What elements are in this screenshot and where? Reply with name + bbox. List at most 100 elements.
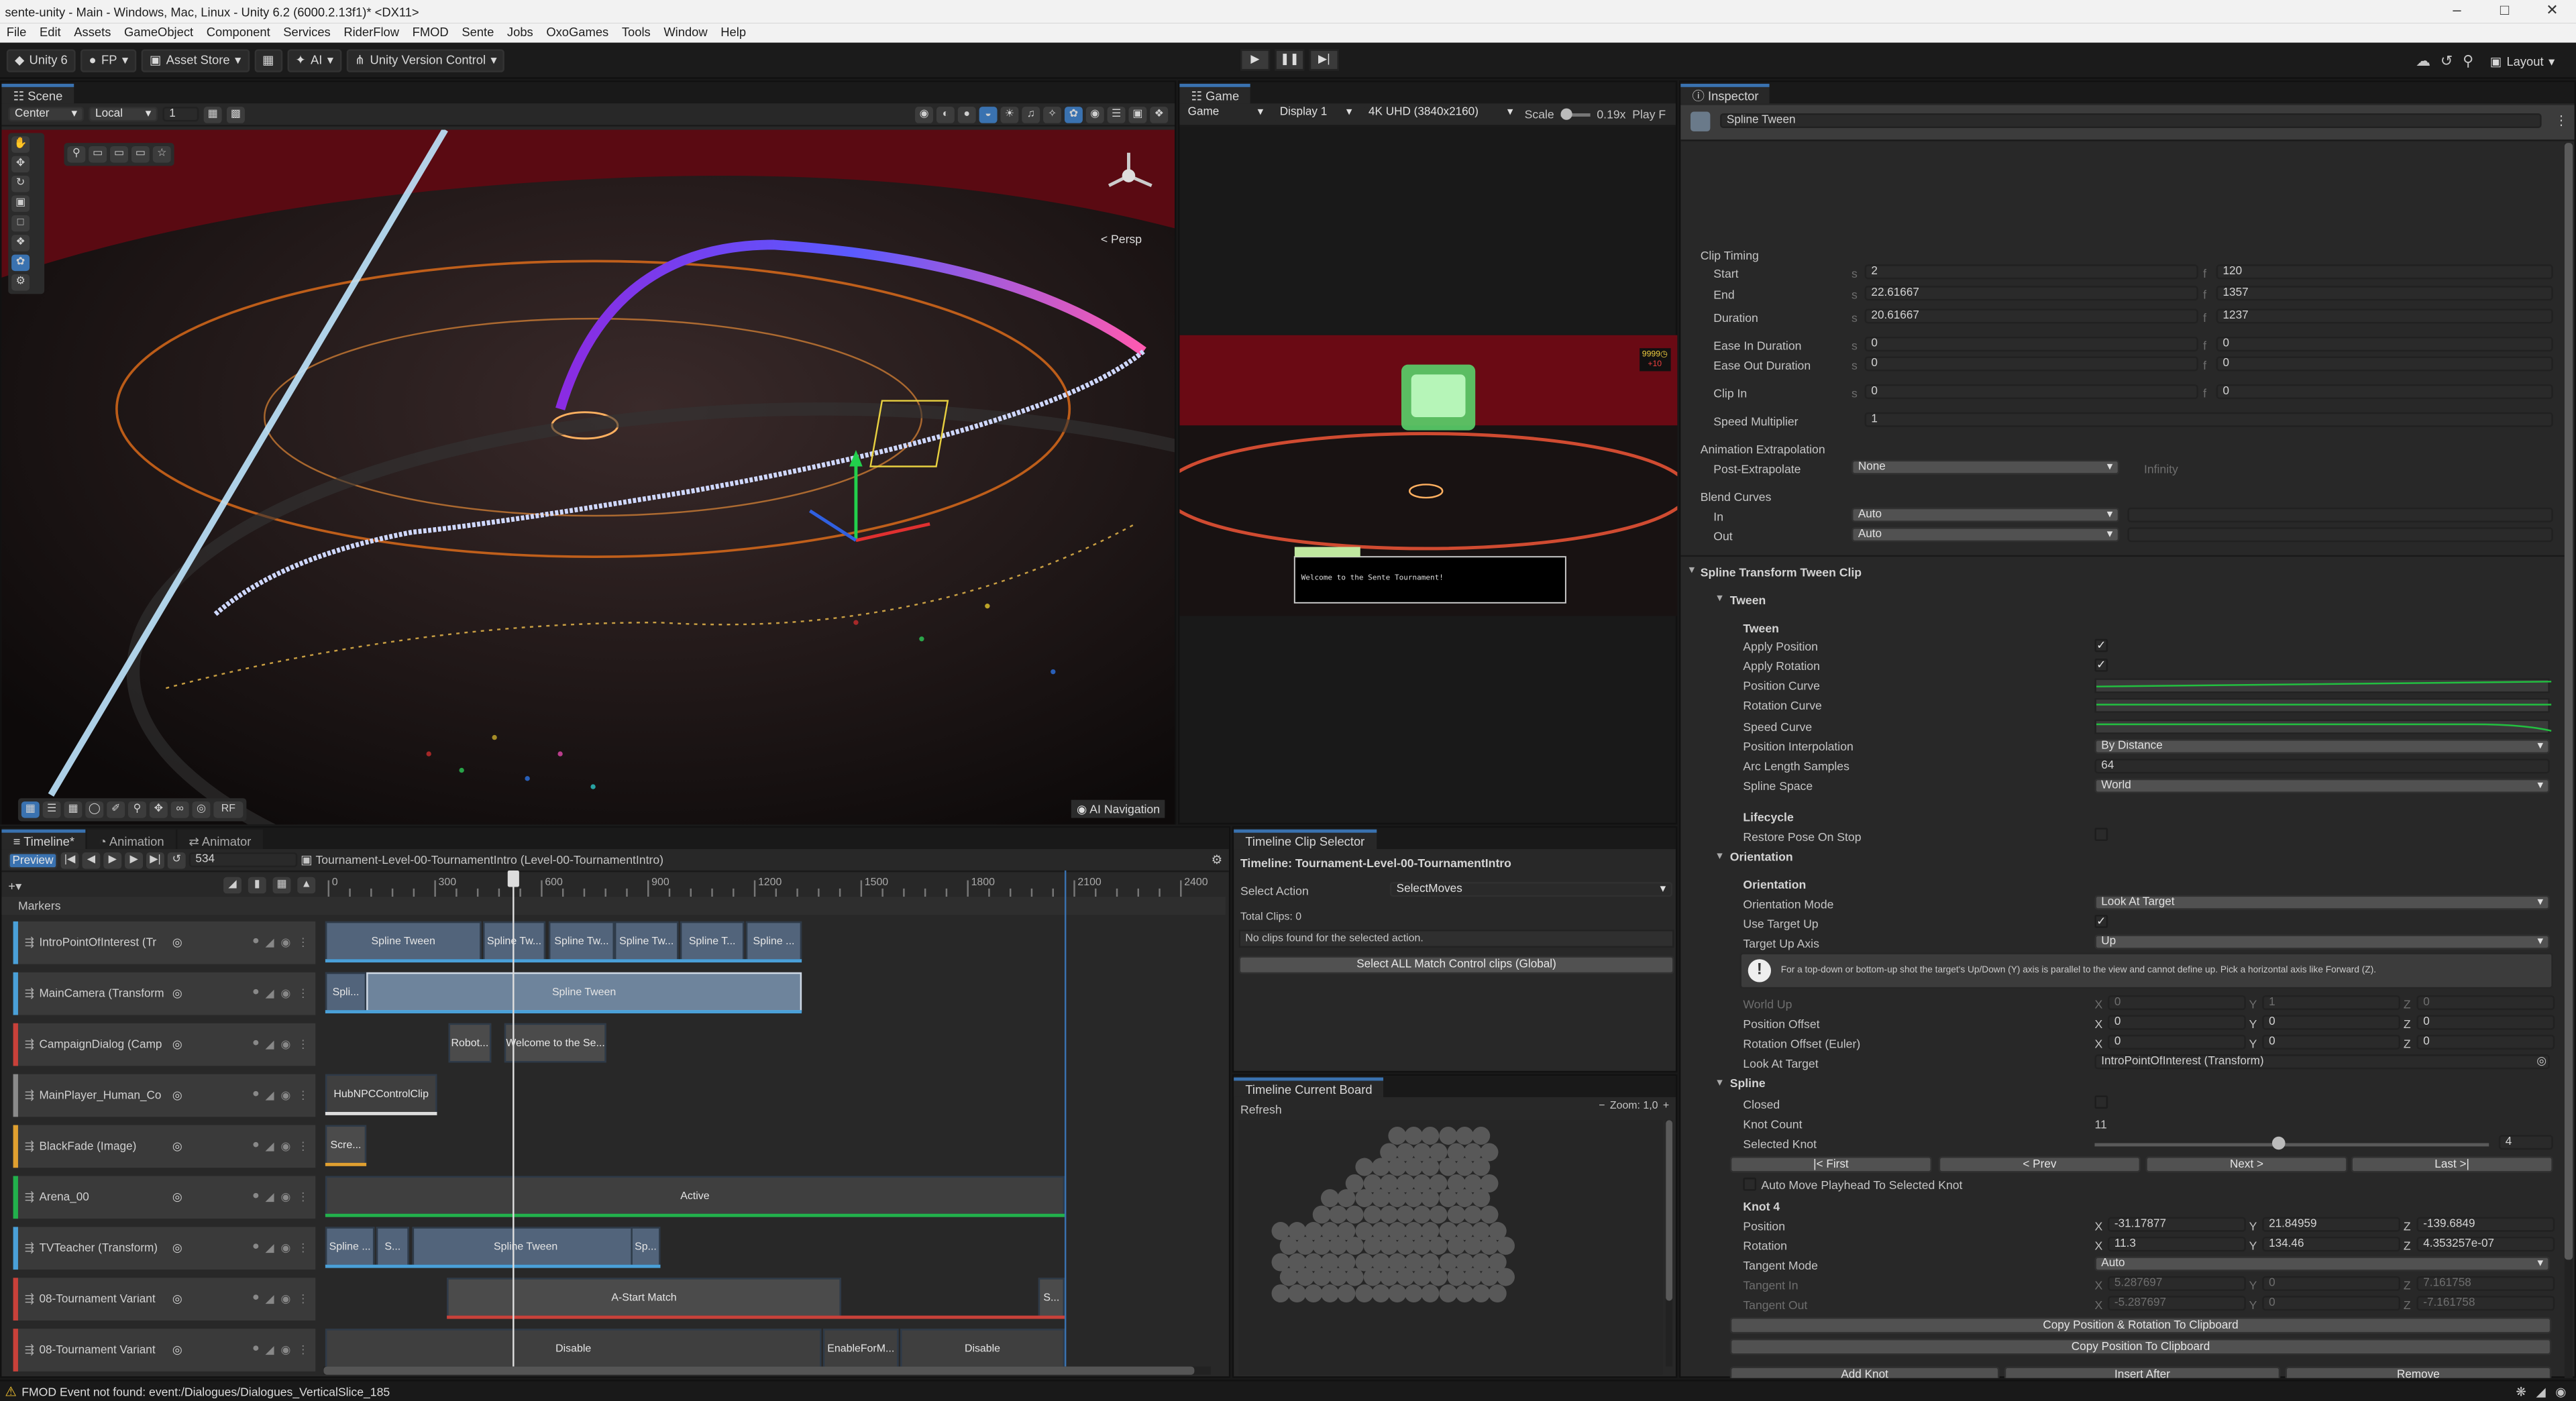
tangent-out-x[interactable]: -5.287697: [2108, 1296, 2246, 1311]
timeline-asset-label[interactable]: Tournament-Level-00-TournamentIntro (Lev…: [315, 852, 663, 867]
prev-frame-icon[interactable]: ◀: [82, 851, 101, 868]
next-frame-icon[interactable]: ▶: [125, 851, 144, 868]
timeline-clip[interactable]: EnableForM...: [822, 1329, 899, 1369]
timeline-clip[interactable]: Spline Tw...: [548, 921, 614, 961]
board-cell[interactable]: [1413, 1237, 1432, 1255]
seconds-field[interactable]: 0: [1864, 337, 2198, 352]
record-icon[interactable]: ⏺: [253, 936, 259, 950]
marker-icon[interactable]: ▮: [248, 877, 266, 894]
board-cell[interactable]: [1312, 1237, 1331, 1255]
go-end-icon[interactable]: ▶|: [146, 851, 164, 868]
position-offset-z[interactable]: 0: [2416, 1015, 2555, 1030]
board-cell[interactable]: [1438, 1284, 1457, 1303]
timeline-clip[interactable]: HubNPCControlClip: [325, 1074, 437, 1114]
camera-icon[interactable]: ▣: [1128, 105, 1147, 123]
seconds-field[interactable]: 2: [1864, 264, 2198, 280]
settings-icon[interactable]: ⋮: [2555, 113, 2568, 128]
blend-in-curve[interactable]: [2127, 507, 2553, 522]
timeline-clip[interactable]: Scre...: [325, 1125, 367, 1165]
orientation-mode-dropdown[interactable]: Look At Target: [2094, 895, 2550, 910]
board-cell[interactable]: [1362, 1205, 1381, 1224]
slider-thumb[interactable]: [2271, 1136, 2286, 1150]
timeline-play-icon[interactable]: ▶: [103, 851, 122, 868]
board-cell[interactable]: [1371, 1158, 1390, 1176]
copy-pos-rot-button[interactable]: Copy Position & Rotation To Clipboard: [1729, 1317, 2552, 1334]
timeline-clip[interactable]: Sp...: [631, 1227, 661, 1267]
board-cell[interactable]: [1362, 1237, 1381, 1255]
target-icon[interactable]: ◎: [172, 1038, 182, 1051]
selected-knot-slider[interactable]: [2094, 1143, 2489, 1147]
overlay-target-icon[interactable]: ◎: [192, 801, 211, 818]
record-icon[interactable]: ⏺: [253, 1140, 259, 1154]
tangent-in-z[interactable]: 7.161758: [2416, 1276, 2555, 1291]
mute-icon[interactable]: ◉: [281, 987, 291, 1000]
foldout-arrow-icon[interactable]: ▾: [1717, 592, 1723, 604]
rotation-offset-x[interactable]: 0: [2108, 1034, 2246, 1050]
board-cell[interactable]: [1295, 1237, 1314, 1255]
timeline-track[interactable]: ⇶ CampaignDialog (Camp ◎ ⏺ ◢ ◉ ⋮: [13, 1023, 316, 1066]
blend-in-dropdown[interactable]: Auto: [1851, 507, 2120, 522]
lock-icon[interactable]: ◢: [223, 877, 242, 894]
asset-store-button[interactable]: ▣ Asset Store ▾: [141, 48, 250, 72]
refresh-button[interactable]: Refresh: [1240, 1102, 1282, 1117]
timeline-clip[interactable]: Spline ...: [745, 921, 802, 961]
more-icon[interactable]: ⋮: [297, 987, 309, 1000]
board-cell[interactable]: [1379, 1205, 1398, 1224]
tab-timeline[interactable]: ≡ Timeline*: [1, 829, 87, 850]
board-cell[interactable]: [1480, 1205, 1499, 1224]
board-cell[interactable]: [1388, 1284, 1407, 1303]
timeline-clip[interactable]: Disable: [900, 1329, 1065, 1369]
board-cell[interactable]: [1421, 1284, 1440, 1303]
timeline-clip[interactable]: Spline Tw...: [614, 921, 679, 961]
next-knot-button[interactable]: Next >: [2145, 1156, 2348, 1173]
timeline-clip[interactable]: Disable: [325, 1329, 822, 1369]
frames-field[interactable]: 0: [2216, 356, 2553, 372]
snap-icon[interactable]: ▦: [272, 877, 291, 894]
board-cell[interactable]: [1446, 1237, 1465, 1255]
fp-account-button[interactable]: ● FP ▾: [80, 48, 137, 72]
menu-window[interactable]: Window: [657, 23, 714, 42]
restore-pose-checkbox[interactable]: [2094, 828, 2108, 841]
menu-component[interactable]: Component: [200, 23, 277, 42]
board-cell[interactable]: [1287, 1284, 1306, 1303]
timeline-clip[interactable]: S...: [376, 1227, 409, 1267]
tangent-mode-dropdown[interactable]: Auto: [2094, 1256, 2550, 1272]
menu-assets[interactable]: Assets: [67, 23, 117, 42]
more-icon[interactable]: ⋮: [297, 1343, 309, 1357]
status-message[interactable]: FMOD Event not found: event:/Dialogues/D…: [21, 1384, 390, 1398]
pause-button[interactable]: ❚❚: [1275, 49, 1305, 71]
lighting-icon[interactable]: ☀: [1000, 105, 1019, 123]
board-cell[interactable]: [1346, 1268, 1364, 1287]
more-icon[interactable]: ⋮: [297, 1191, 309, 1204]
tab-game[interactable]: ☷ Game: [1179, 83, 1251, 104]
board-cell[interactable]: [1379, 1237, 1398, 1255]
timeline-clip[interactable]: S...: [1038, 1278, 1065, 1318]
scene-gizmo[interactable]: [1095, 143, 1161, 209]
prev-knot-button[interactable]: < Prev: [1938, 1156, 2141, 1173]
board-cell[interactable]: [1472, 1127, 1491, 1145]
frame-field[interactable]: 534: [189, 852, 298, 868]
tab-board[interactable]: Timeline Current Board: [1234, 1077, 1384, 1097]
shading-solid-icon[interactable]: ●: [957, 105, 976, 123]
board-cell[interactable]: [1480, 1237, 1499, 1255]
selected-knot-field[interactable]: 4: [2498, 1135, 2553, 1150]
scene-visibility-icon[interactable]: ✿: [1064, 105, 1083, 123]
view-tool-icon[interactable]: ✋: [11, 136, 30, 153]
transform-tool-icon[interactable]: ❖: [11, 235, 30, 251]
board-scrollbar[interactable]: [1666, 1120, 1673, 1367]
timeline-clip[interactable]: Spline Tween: [412, 1227, 639, 1267]
board-cell[interactable]: [1455, 1127, 1474, 1145]
lock-icon[interactable]: ◢: [266, 936, 274, 949]
last-knot-button[interactable]: Last >|: [2351, 1156, 2553, 1173]
menu-fmod[interactable]: FMOD: [406, 23, 455, 42]
gizmos-icon[interactable]: ❖: [1150, 105, 1169, 123]
preview-button[interactable]: Preview: [8, 851, 58, 868]
foldout-arrow-icon[interactable]: ▾: [1717, 849, 1723, 862]
overlay-brush-icon[interactable]: ✐: [107, 801, 125, 818]
record-icon[interactable]: ⏺: [253, 1343, 259, 1357]
board-cell[interactable]: [1388, 1158, 1407, 1176]
menu-file[interactable]: File: [0, 23, 33, 42]
frame2-icon[interactable]: ▭: [110, 146, 129, 163]
package-button[interactable]: ▦: [254, 48, 282, 72]
loop-icon[interactable]: ↺: [167, 851, 186, 868]
